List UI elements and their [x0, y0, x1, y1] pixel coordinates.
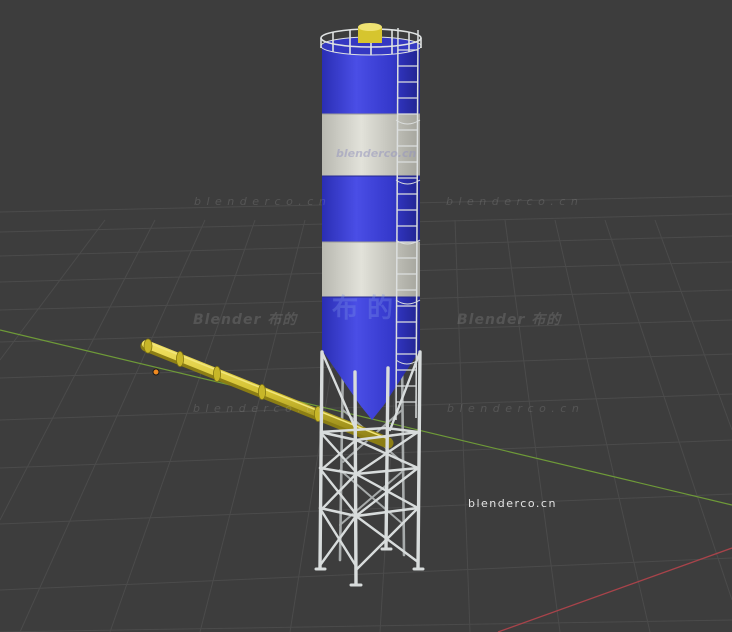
x-axis-line — [497, 547, 732, 632]
watermark-silo-band: blenderco.cn — [336, 147, 417, 160]
watermark-brand-right: Blender 布的 — [457, 312, 562, 328]
3d-viewport[interactable]: b l e n d e r c o . c n b l e n d e r c … — [0, 0, 732, 632]
top-cap[interactable] — [358, 23, 382, 43]
watermark-site-lower-right: b l e n d e r c o . c n — [447, 402, 580, 415]
watermark-site-bright: blenderco.cn — [468, 497, 557, 510]
watermark-site-left: b l e n d e r c o . c n — [194, 195, 327, 208]
silo-body[interactable] — [322, 37, 420, 420]
watermark-site-lower-left: b l e n d e r c o . c n — [193, 402, 326, 415]
watermark-site-right: b l e n d e r c o . c n — [446, 195, 579, 208]
origin-point-icon[interactable] — [152, 368, 160, 376]
watermark-silo-glyphs: 布 的 — [332, 294, 394, 324]
watermark-brand-left: Blender 布的 — [193, 312, 298, 328]
